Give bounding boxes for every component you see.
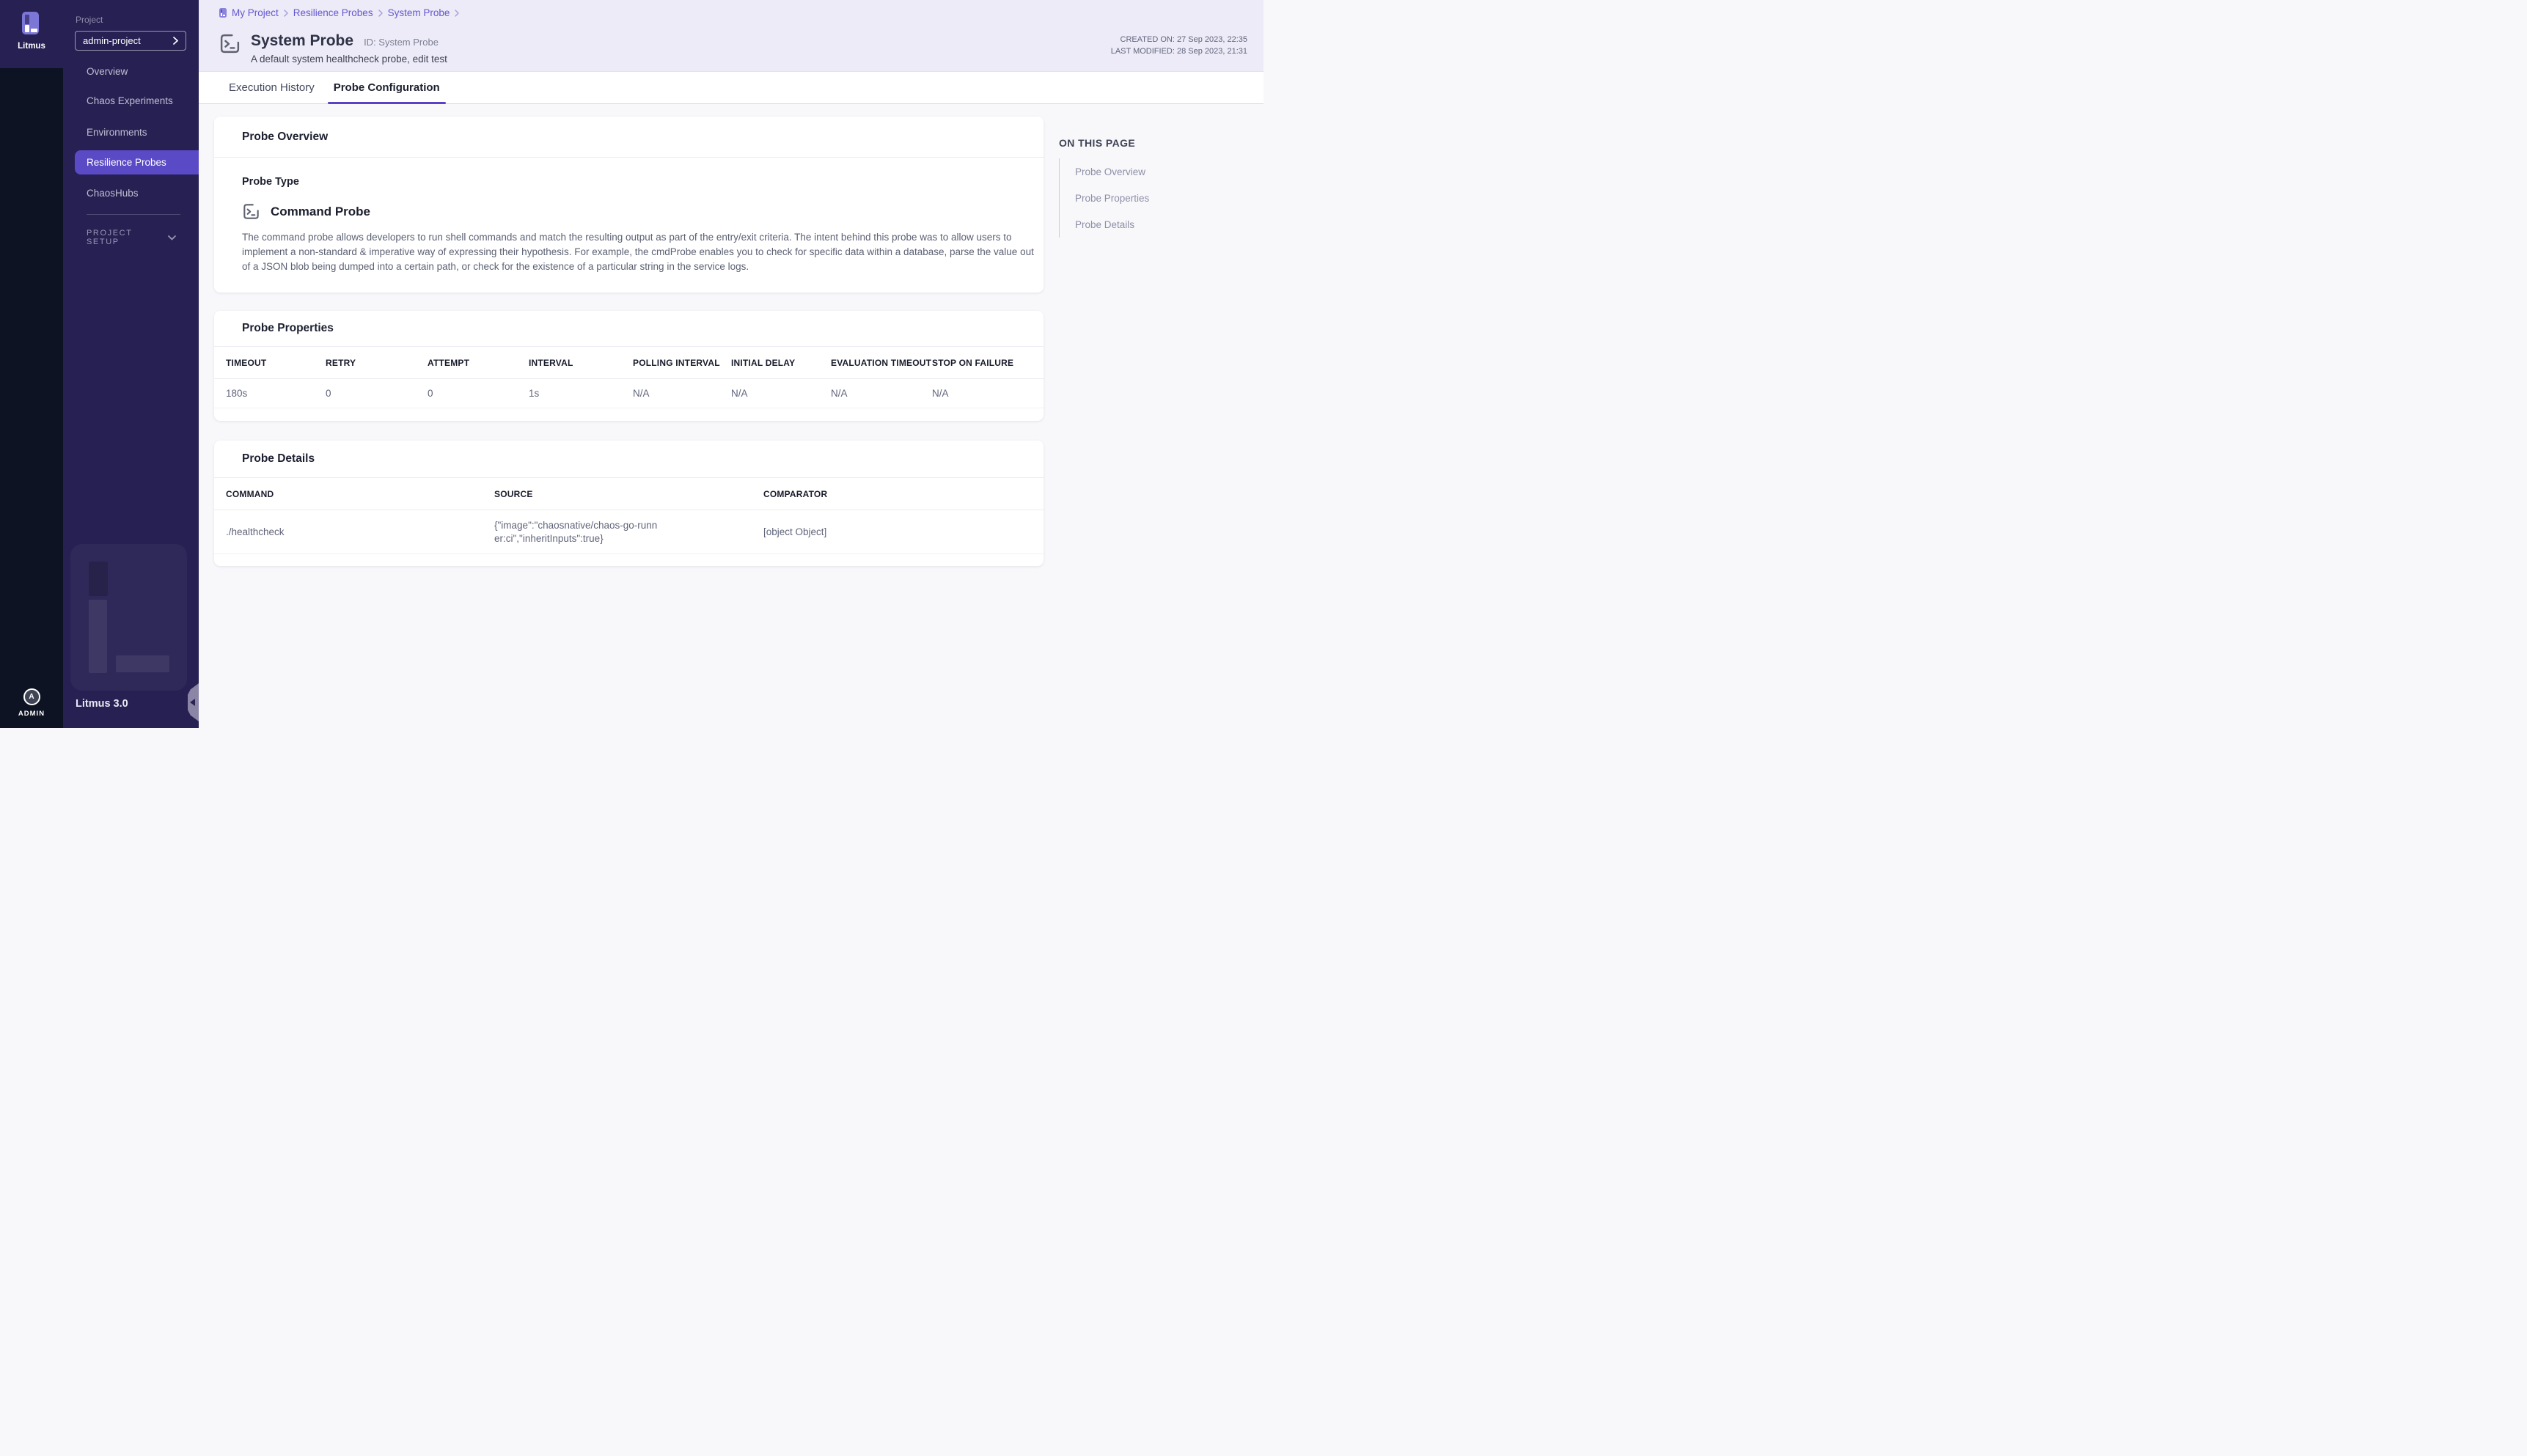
details-header-row: COMMAND SOURCE COMPARATOR [214,478,1044,510]
project-setup-toggle[interactable]: PROJECT SETUP [87,229,176,246]
project-selector-value: admin-project [83,35,141,46]
sidebar-item-chaoshubs[interactable]: ChaosHubs [63,181,199,205]
project-selector[interactable]: admin-project [75,31,186,51]
litmus-watermark [70,544,187,691]
app-rail: Litmus A ADMIN [0,0,63,728]
breadcrumb-resilience-probes[interactable]: Resilience Probes [293,7,373,18]
probe-type-value: Command Probe [271,205,370,219]
probe-id-label: ID: System Probe [364,37,439,48]
left-triangle-icon [190,699,195,706]
column-header: INTERVAL [529,358,633,368]
probe-type-description: The command probe allows developers to r… [242,230,1043,273]
rail-top: Litmus [0,0,63,68]
breadcrumb-system-probe[interactable]: System Probe [388,7,450,18]
sidebar-divider [87,214,180,215]
probe-type-label: Probe Type [242,176,1016,188]
sidebar: Project admin-project Overview Chaos Exp… [63,0,199,728]
probe-properties-heading: Probe Properties [214,311,1044,347]
details-value-row: ./healthcheck {"image":"chaosnative/chao… [214,510,1044,554]
litmus-breadcrumb-icon [219,8,227,18]
page-header: My Project Resilience Probes System Prob… [199,0,1264,71]
on-this-page: ON THIS PAGE Probe Overview Probe Proper… [1059,137,1242,238]
sidebar-item-environments[interactable]: Environments [63,120,199,144]
on-this-page-link-probe-overview[interactable]: Probe Overview [1075,158,1242,185]
main-area: My Project Resilience Probes System Prob… [199,0,1264,728]
project-setup-label: PROJECT SETUP [87,229,168,246]
breadcrumb: My Project Resilience Probes System Prob… [219,7,459,18]
column-header: EVALUATION TIMEOUT [831,358,932,368]
table-cell: {"image":"chaosnative/chaos-go-runner:ci… [494,519,659,545]
litmus-logo-icon[interactable] [22,12,39,34]
on-this-page-link-probe-properties[interactable]: Probe Properties [1075,185,1242,211]
properties-header-row: TIMEOUT RETRY ATTEMPT INTERVAL POLLING I… [214,347,1044,379]
collapse-sidebar-button[interactable] [188,683,199,721]
timestamps: CREATED ON: 27 Sep 2023, 22:35 LAST MODI… [1111,34,1247,57]
table-cell: N/A [633,388,731,399]
content: Probe Overview Probe Type Command Probe … [199,104,1264,728]
probe-properties-card: Probe Properties TIMEOUT RETRY ATTEMPT I… [214,311,1044,421]
table-cell: 0 [428,388,529,399]
sidebar-item-resilience-probes[interactable]: Resilience Probes [75,150,199,174]
tab-bar: Execution History Probe Configuration [199,71,1264,104]
admin-label: ADMIN [0,710,63,718]
litmus-logo-label: Litmus [0,42,63,51]
probe-details-card: Probe Details COMMAND SOURCE COMPARATOR … [214,441,1044,566]
probe-subtitle: A default system healthcheck probe, edit… [251,54,447,65]
avatar[interactable]: A [23,688,40,705]
column-header: COMPARATOR [763,489,1044,499]
table-cell: 0 [326,388,428,399]
probe-overview-card: Probe Overview Probe Type Command Probe … [214,117,1044,293]
chevron-right-icon [378,10,383,17]
chevron-right-icon [455,10,459,17]
column-header: POLLING INTERVAL [633,358,731,368]
table-cell: 180s [226,388,326,399]
tab-probe-configuration[interactable]: Probe Configuration [328,72,446,103]
properties-value-row: 180s 0 0 1s N/A N/A N/A N/A [214,379,1044,408]
version-label: Litmus 3.0 [76,698,128,710]
probe-details-heading: Probe Details [214,441,1044,478]
tab-execution-history[interactable]: Execution History [223,72,320,103]
table-cell: N/A [831,388,932,399]
column-header: SOURCE [494,489,763,499]
column-header: ATTEMPT [428,358,529,368]
column-header: COMMAND [226,489,494,499]
terminal-icon [219,32,241,55]
on-this-page-link-probe-details[interactable]: Probe Details [1075,211,1242,238]
on-this-page-heading: ON THIS PAGE [1059,137,1242,149]
page-title: System Probe [251,32,353,50]
chevron-right-icon [284,10,288,17]
sidebar-item-overview[interactable]: Overview [63,59,199,84]
table-cell: 1s [529,388,633,399]
table-cell: N/A [932,388,1044,399]
column-header: STOP ON FAILURE [932,358,1044,368]
column-header: RETRY [326,358,428,368]
chevron-down-icon [168,235,176,240]
chevron-right-icon [173,37,178,45]
table-cell: ./healthcheck [226,526,494,537]
sidebar-item-chaos-experiments[interactable]: Chaos Experiments [63,89,199,113]
column-header: TIMEOUT [226,358,326,368]
breadcrumb-my-project[interactable]: My Project [232,7,279,18]
project-label: Project [76,15,103,25]
terminal-icon [242,202,260,221]
last-modified: LAST MODIFIED: 28 Sep 2023, 21:31 [1111,46,1247,58]
table-cell: N/A [731,388,831,399]
probe-overview-heading: Probe Overview [214,117,1044,158]
column-header: INITIAL DELAY [731,358,831,368]
created-on: CREATED ON: 27 Sep 2023, 22:35 [1111,34,1247,46]
table-cell: [object Object] [763,526,1044,537]
